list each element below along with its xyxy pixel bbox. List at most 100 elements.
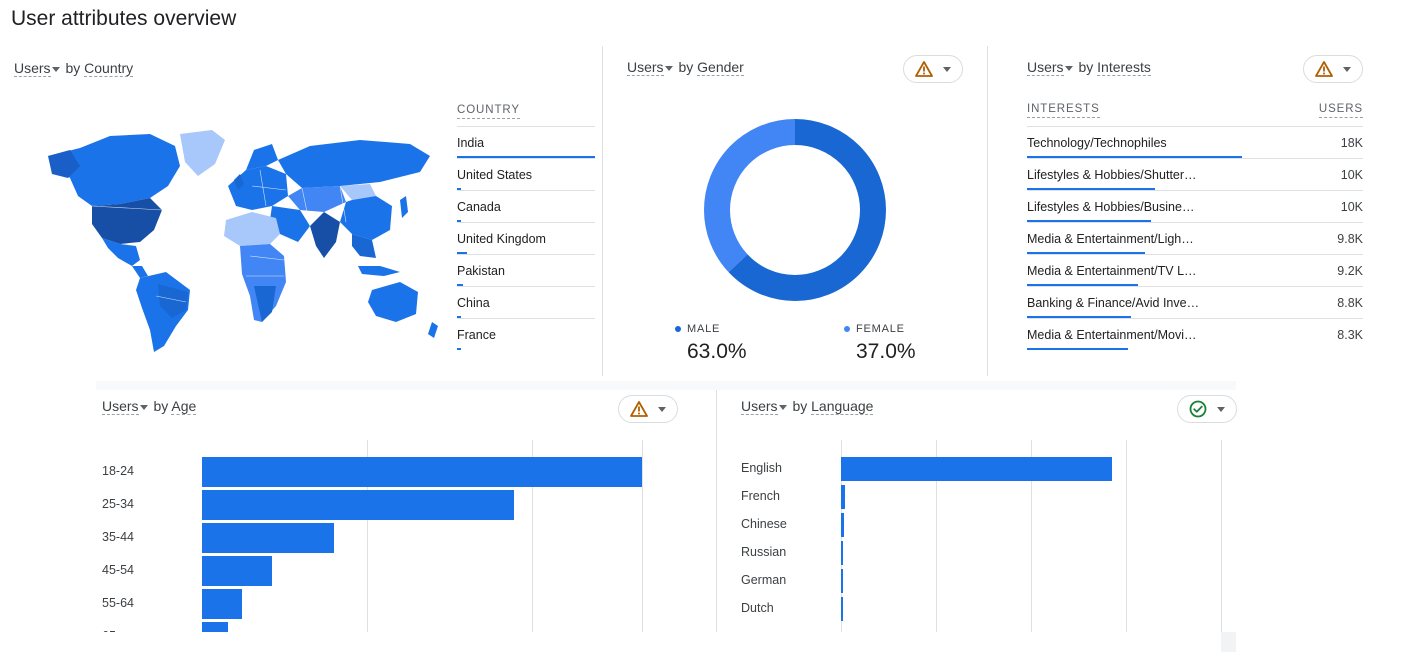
metric-selector[interactable]: Users bbox=[1027, 59, 1064, 76]
table-row[interactable]: Lifestyles & Hobbies/Shutter… 10K bbox=[1027, 158, 1363, 190]
country-label: France bbox=[457, 328, 496, 342]
gridline bbox=[1221, 440, 1222, 632]
bar[interactable] bbox=[841, 597, 843, 621]
interest-label: Lifestyles & Hobbies/Busine… bbox=[1027, 200, 1195, 214]
metric-selector[interactable]: Users bbox=[627, 59, 664, 76]
interest-label: Banking & Finance/Avid Inve… bbox=[1027, 296, 1200, 310]
bar[interactable] bbox=[202, 523, 334, 553]
warning-icon bbox=[915, 61, 933, 77]
interest-label: Media & Entertainment/Movi… bbox=[1027, 328, 1197, 342]
map-region-europe[interactable] bbox=[228, 166, 288, 210]
country-card: Users by Country COUNTRY India United St… bbox=[0, 46, 602, 376]
gender-donut-chart[interactable] bbox=[703, 118, 887, 302]
interest-users-value: 9.8K bbox=[1337, 232, 1363, 246]
table-row[interactable]: United States bbox=[457, 158, 595, 190]
country-label: Canada bbox=[457, 200, 501, 214]
dimension-label: Country bbox=[84, 60, 134, 77]
category-label: Dutch bbox=[741, 601, 774, 615]
interest-label: Lifestyles & Hobbies/Shutter… bbox=[1027, 168, 1197, 182]
gender-card: Users by Gender MALE 63.0% FEMALE 37.0% bbox=[603, 46, 987, 376]
table-row[interactable]: United Kingdom bbox=[457, 222, 595, 254]
map-region-scandinavia[interactable] bbox=[246, 144, 278, 170]
country-column-header[interactable]: COUNTRY bbox=[457, 104, 520, 119]
divider bbox=[987, 46, 988, 376]
table-row[interactable]: Media & Entertainment/Movi… 8.3K bbox=[1027, 318, 1363, 350]
country-label: India bbox=[457, 136, 485, 150]
bar[interactable] bbox=[841, 541, 844, 565]
table-row[interactable]: China bbox=[457, 286, 595, 318]
dimension-label: Interests bbox=[1097, 59, 1151, 76]
chevron-down-icon bbox=[943, 66, 951, 72]
map-region-japan[interactable] bbox=[400, 196, 408, 218]
metric-selector[interactable]: Users bbox=[14, 60, 51, 77]
map-region-russia[interactable] bbox=[278, 140, 430, 188]
page-title: User attributes overview bbox=[11, 7, 237, 30]
male-value: 63.0% bbox=[687, 340, 747, 363]
status-chip[interactable] bbox=[903, 55, 963, 83]
category-label: 25-34 bbox=[102, 497, 134, 511]
male-legend: MALE bbox=[675, 323, 720, 335]
table-row[interactable]: India bbox=[457, 126, 595, 158]
category-label: 45-54 bbox=[102, 563, 134, 577]
female-legend: FEMALE bbox=[844, 323, 905, 335]
bar[interactable] bbox=[841, 485, 846, 509]
chevron-down-icon[interactable] bbox=[51, 66, 60, 72]
world-map[interactable] bbox=[40, 126, 450, 356]
bar[interactable] bbox=[202, 457, 642, 487]
age-bar-chart[interactable]: 18-24 25-34 35-44 45-54 55-64 65+ bbox=[96, 390, 702, 632]
country-label: United States bbox=[457, 168, 533, 182]
status-chip[interactable] bbox=[1303, 55, 1363, 83]
interest-users-value: 9.2K bbox=[1337, 264, 1363, 278]
warning-icon bbox=[1315, 61, 1333, 77]
interests-column-header[interactable]: INTERESTS bbox=[1027, 103, 1100, 118]
table-row[interactable]: Canada bbox=[457, 190, 595, 222]
bar[interactable] bbox=[202, 490, 515, 520]
chevron-down-icon[interactable] bbox=[1064, 65, 1073, 71]
interest-users-value: 10K bbox=[1340, 200, 1363, 214]
table-row[interactable]: Technology/Technophiles 18K bbox=[1027, 126, 1363, 158]
bar[interactable] bbox=[841, 513, 845, 537]
gridline bbox=[1126, 440, 1127, 632]
table-row[interactable]: Pakistan bbox=[457, 254, 595, 286]
gender-card-title[interactable]: Users by Gender bbox=[627, 59, 744, 76]
category-label: French bbox=[741, 489, 780, 503]
users-column-header[interactable]: USERS bbox=[1318, 103, 1363, 118]
map-region-north-africa[interactable] bbox=[224, 212, 280, 246]
table-row[interactable]: Banking & Finance/Avid Inve… 8.8K bbox=[1027, 286, 1363, 318]
table-row[interactable]: Media & Entertainment/TV L… 9.2K bbox=[1027, 254, 1363, 286]
interest-users-value: 18K bbox=[1340, 136, 1363, 150]
table-row[interactable]: France bbox=[457, 318, 595, 350]
scrollbar-track[interactable] bbox=[1221, 632, 1236, 652]
map-region-india[interactable] bbox=[310, 212, 340, 258]
map-region-australia[interactable] bbox=[368, 282, 418, 322]
dimension-label: Gender bbox=[697, 59, 744, 76]
female-dot-icon bbox=[844, 326, 850, 333]
category-label: German bbox=[741, 573, 787, 587]
table-row[interactable]: Media & Entertainment/Ligh… 9.8K bbox=[1027, 222, 1363, 254]
interests-card-title[interactable]: Users by Interests bbox=[1027, 59, 1151, 76]
bar[interactable] bbox=[841, 457, 1113, 481]
bar[interactable] bbox=[202, 556, 273, 586]
language-card: Users by Language English French Chinese Ru… bbox=[717, 390, 1237, 632]
age-card: Users by Age 18-2425-3435-4445-5455-6465… bbox=[96, 390, 702, 632]
category-label: Chinese bbox=[741, 517, 787, 531]
language-bar-chart[interactable]: English French Chinese Russian German Dutch bbox=[717, 390, 1237, 632]
interest-users-value: 8.8K bbox=[1337, 296, 1363, 310]
map-region-greenland[interactable] bbox=[180, 130, 225, 176]
chevron-down-icon[interactable] bbox=[664, 65, 673, 71]
map-region-central-america[interactable] bbox=[132, 266, 148, 278]
map-region-central-asia[interactable] bbox=[288, 186, 346, 212]
map-region-china[interactable] bbox=[340, 196, 392, 240]
map-region-indonesia[interactable] bbox=[358, 266, 400, 276]
bar[interactable] bbox=[202, 589, 242, 619]
bar[interactable] bbox=[202, 622, 229, 632]
bar[interactable] bbox=[841, 569, 844, 593]
by-text: by bbox=[65, 60, 81, 76]
table-row[interactable]: Lifestyles & Hobbies/Busine… 10K bbox=[1027, 190, 1363, 222]
by-text: by bbox=[678, 59, 694, 75]
map-region-new-zealand[interactable] bbox=[428, 322, 438, 338]
category-label: 35-44 bbox=[102, 530, 134, 544]
interest-label: Technology/Technophiles bbox=[1027, 136, 1167, 150]
country-card-title[interactable]: Users by Country bbox=[14, 60, 134, 77]
category-label: 18-24 bbox=[102, 464, 134, 478]
